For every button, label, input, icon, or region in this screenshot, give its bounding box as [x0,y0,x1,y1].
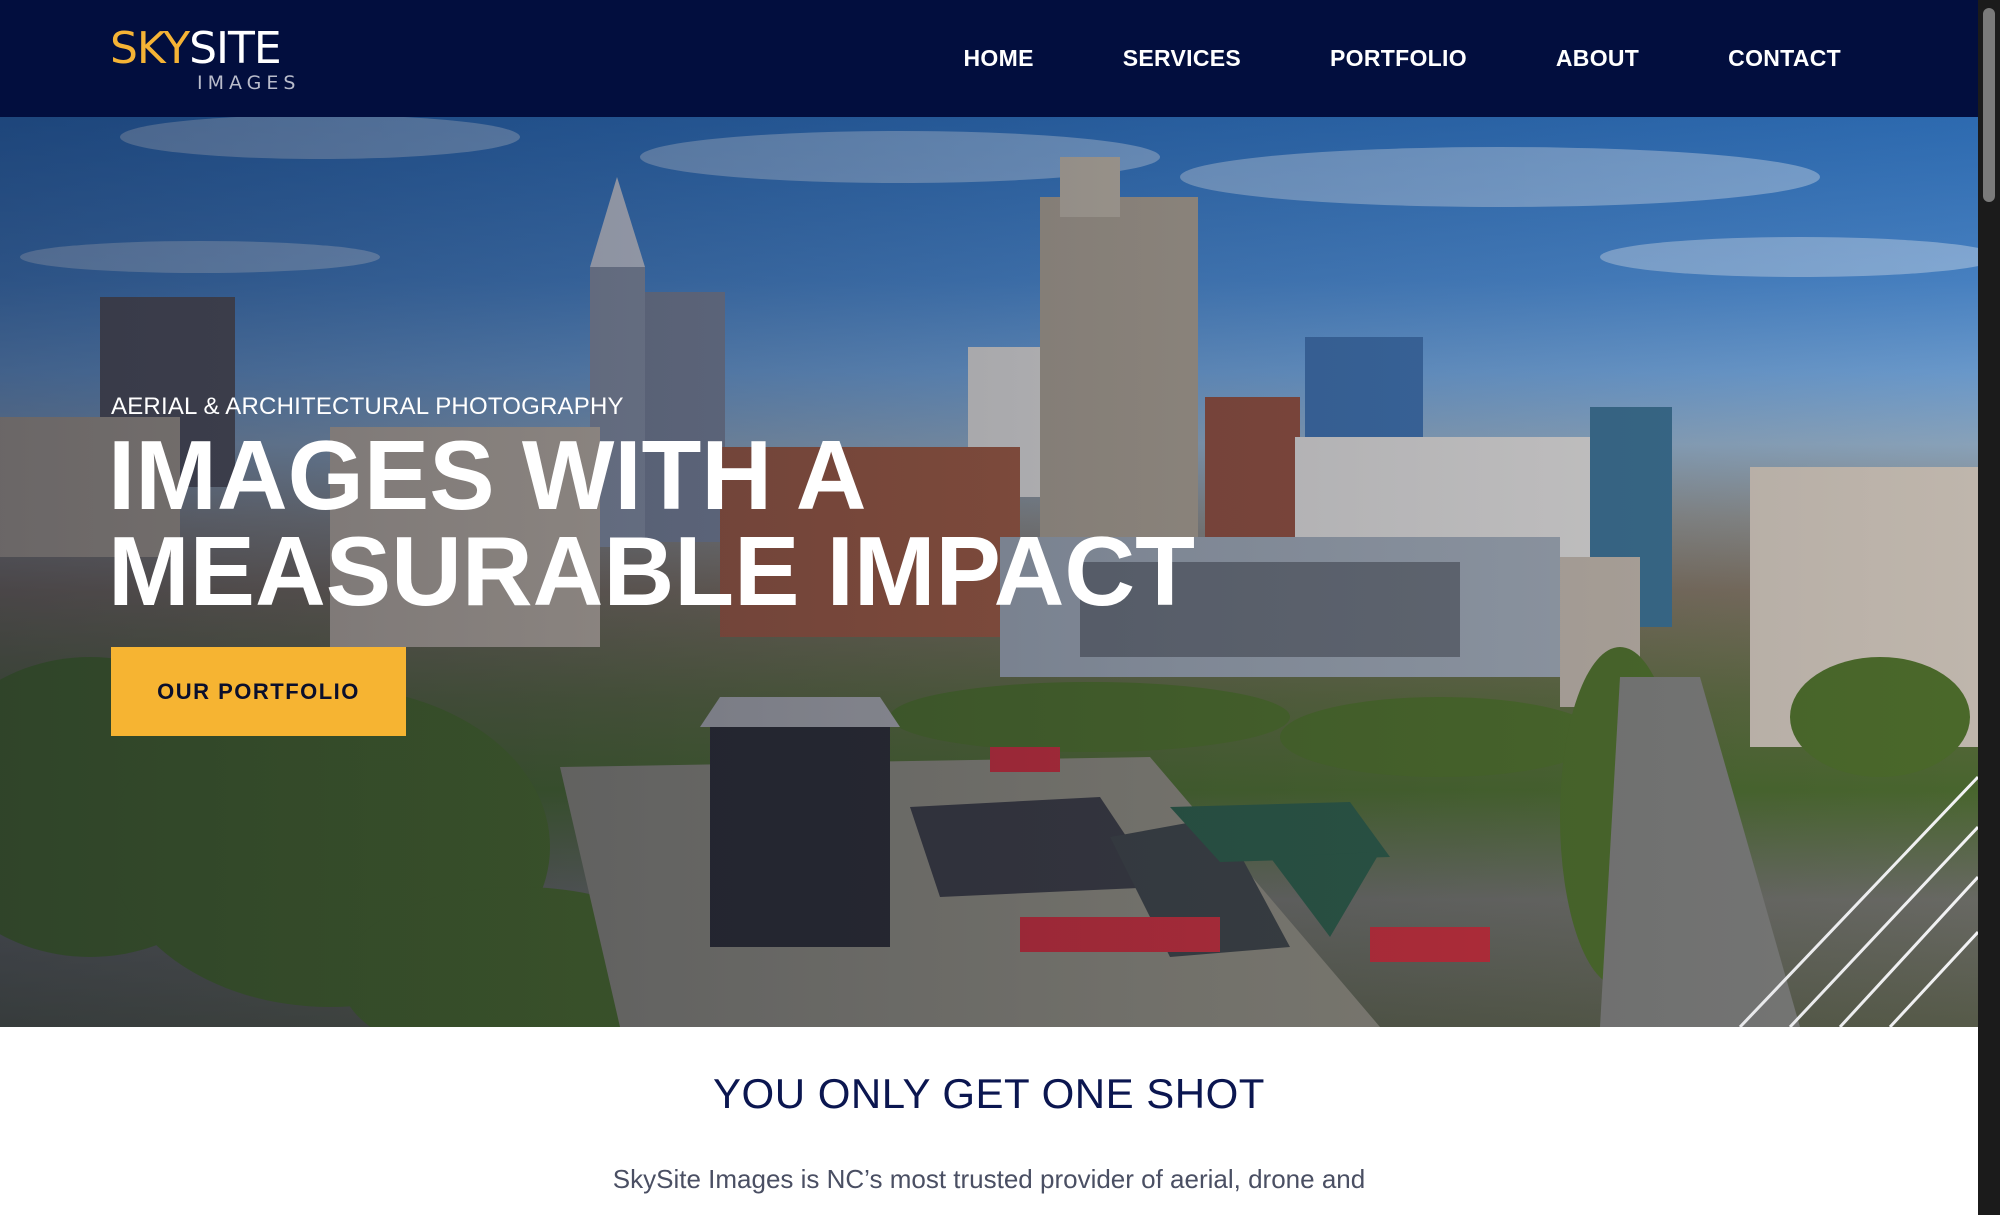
nav-home[interactable]: HOME [964,38,1034,78]
nav-portfolio[interactable]: PORTFOLIO [1330,38,1467,78]
logo-sky-text: SKY [110,23,190,74]
hero-title: IMAGES WITH A MEASURABLE IMPACT [108,420,1196,626]
our-portfolio-button[interactable]: OUR PORTFOLIO [111,647,406,736]
nav-contact[interactable]: CONTACT [1728,38,1841,78]
hero-title-line-2: MEASURABLE IMPACT [108,516,1196,626]
logo-site-text: SITE [189,23,282,74]
intro-text: SkySite Images is NC’s most trusted prov… [612,1164,1366,1194]
hero-eyebrow: AERIAL & ARCHITECTURAL PHOTOGRAPHY [111,393,624,420]
hero-section: AERIAL & ARCHITECTURAL PHOTOGRAPHY IMAGE… [0,117,1978,1027]
intro-title: YOU ONLY GET ONE SHOT [713,1070,1265,1117]
logo-subtitle: IMAGES [197,72,301,94]
logo-wordmark: SKYSITE [110,22,282,76]
nav-services[interactable]: SERVICES [1123,38,1241,78]
main-nav: HOME SERVICES PORTFOLIO ABOUT CONTACT [875,38,1841,78]
nav-about[interactable]: ABOUT [1556,38,1639,78]
site-header: SKYSITE IMAGES HOME SERVICES PORTFOLIO A… [0,0,1978,117]
page: SKYSITE IMAGES HOME SERVICES PORTFOLIO A… [0,0,2000,1215]
hero-title-line-1: IMAGES WITH A [108,420,867,530]
scrollbar-thumb[interactable] [1983,8,1995,202]
site-logo[interactable]: SKYSITE IMAGES [110,22,301,94]
scrollbar[interactable] [1978,0,2000,1215]
